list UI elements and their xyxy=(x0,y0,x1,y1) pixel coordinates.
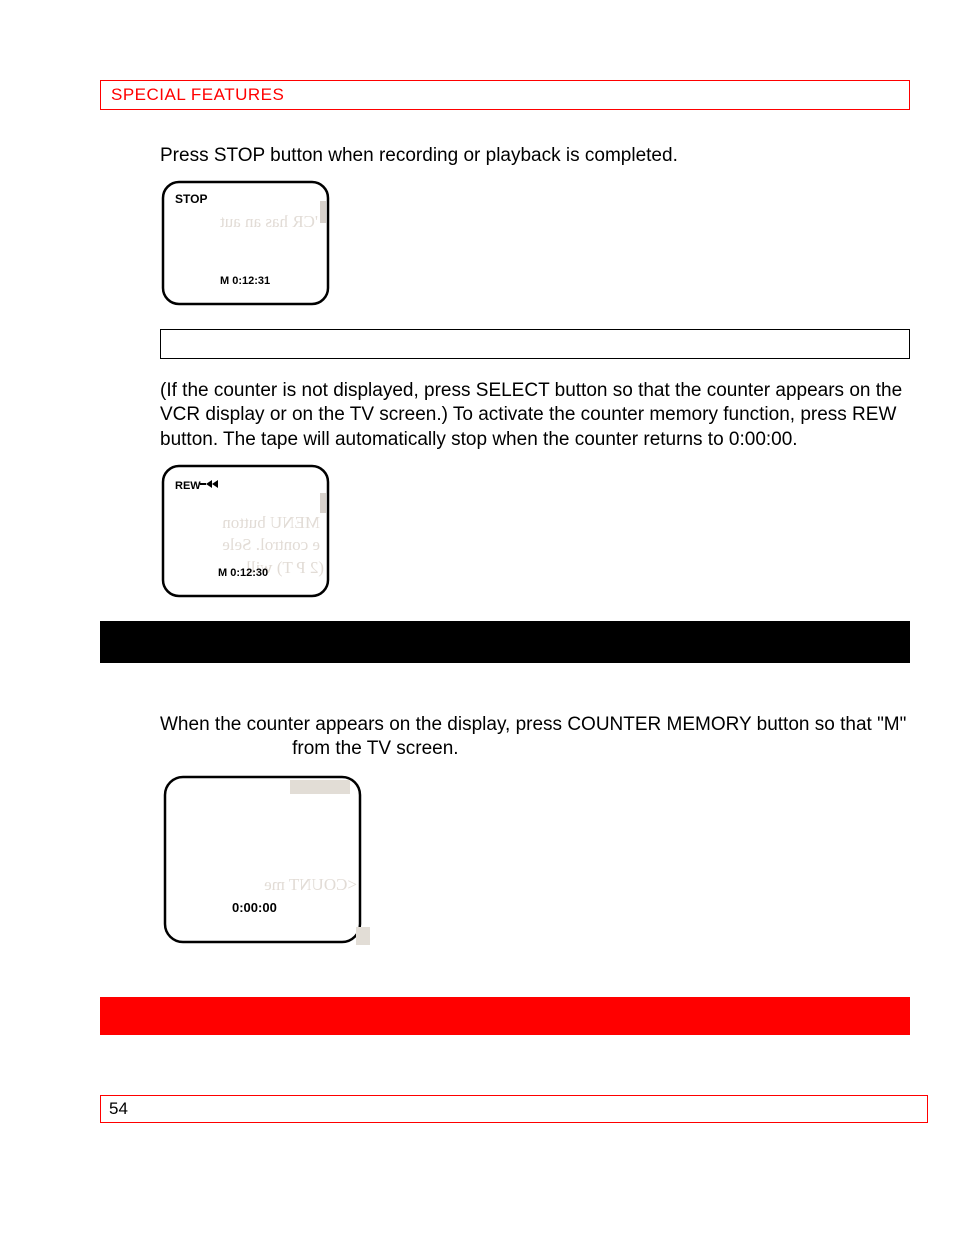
fig1-label: STOP xyxy=(175,192,207,206)
black-divider-bar xyxy=(100,621,910,663)
paragraph-1: Press STOP button when recording or play… xyxy=(160,144,910,169)
svg-text:'CR has an aut: 'CR has an aut xyxy=(220,212,318,231)
fig3-counter: 0:00:00 xyxy=(232,900,277,915)
page-number: 54 xyxy=(109,1099,128,1118)
fig2-label: REW xyxy=(175,480,201,492)
svg-text:MENU button: MENU button xyxy=(222,513,320,532)
page-footer: 54 xyxy=(100,1095,928,1123)
figure-stop-screen: STOP 'CR has an aut M 0:12:31 xyxy=(160,179,910,309)
svg-text:<COUNT me: <COUNT me xyxy=(264,875,357,894)
blank-step-box xyxy=(160,329,910,359)
paragraph-3b: from the TV screen. xyxy=(292,738,459,759)
figure-rew-screen: REW MENU button e control. Sele (2 P T) … xyxy=(160,463,910,601)
paragraph-3: When the counter appears on the display,… xyxy=(160,713,910,762)
fig1-counter: M 0:12:31 xyxy=(220,275,270,287)
figure-counter-zero: <COUNT me 0:00:00 xyxy=(160,772,910,957)
svg-text:e control. Sele: e control. Sele xyxy=(222,535,320,554)
red-divider-bar xyxy=(100,997,910,1035)
paragraph-3a: When the counter appears on the display,… xyxy=(160,714,906,735)
fig2-counter: M 0:12:30 xyxy=(218,567,268,579)
section-header-text: SPECIAL FEATURES xyxy=(111,85,284,104)
paragraph-2: (If the counter is not displayed, press … xyxy=(160,379,910,453)
section-header: SPECIAL FEATURES xyxy=(100,80,910,110)
